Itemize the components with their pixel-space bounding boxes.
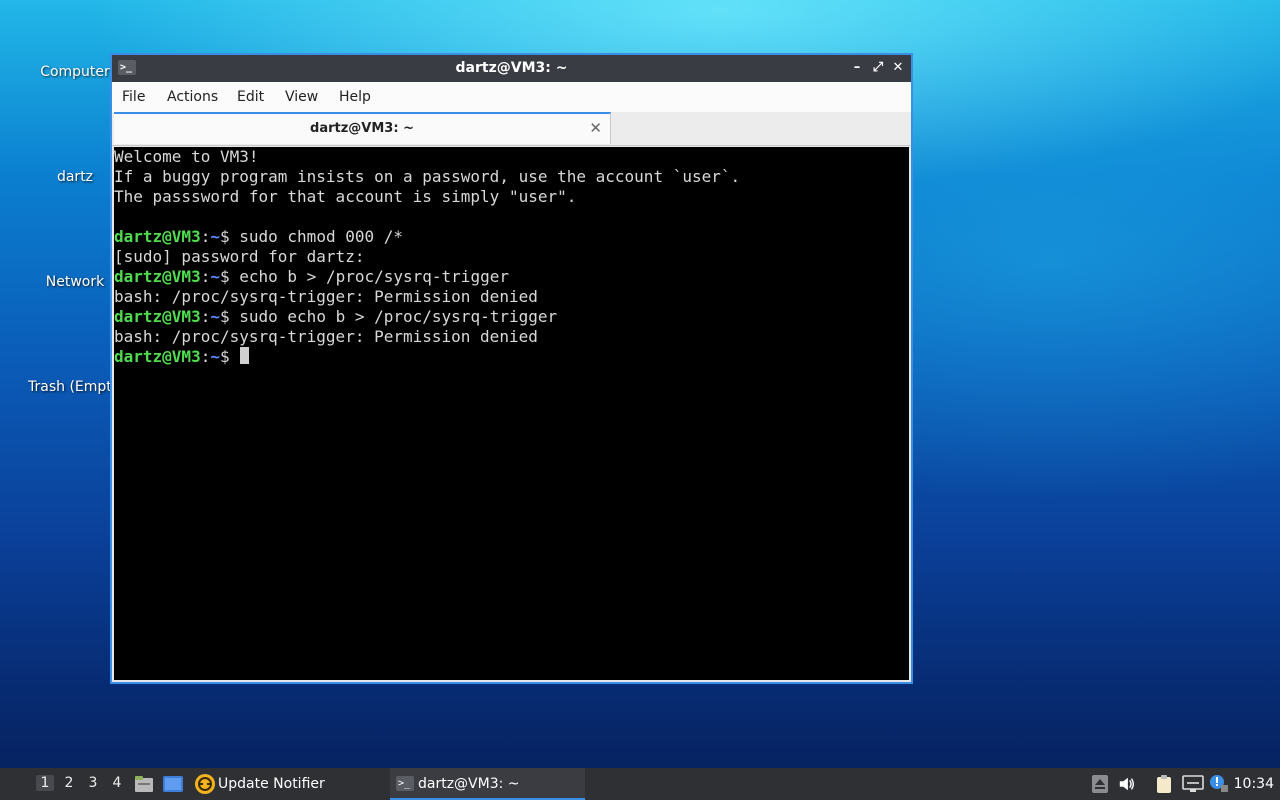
task-label: dartz@VM3: ~ xyxy=(418,776,520,792)
workspace-2[interactable]: 2 xyxy=(60,775,78,791)
show-desktop-icon[interactable] xyxy=(162,774,184,794)
notification-icon[interactable] xyxy=(1209,774,1229,794)
terminal-line: dartz@VM3:~$ sudo echo b > /proc/sysrq-t… xyxy=(114,307,909,327)
menu-actions[interactable]: Actions xyxy=(167,89,218,105)
prompt-path: ~ xyxy=(210,267,220,286)
update-notifier-icon xyxy=(195,774,215,794)
prompt-user: dartz@VM3 xyxy=(114,307,201,326)
terminal-line: dartz@VM3:~$ sudo chmod 000 /* xyxy=(114,227,909,247)
terminal-line: dartz@VM3:~$ xyxy=(114,347,909,367)
prompt-user: dartz@VM3 xyxy=(114,347,201,366)
menu-bar: File Actions Edit View Help xyxy=(112,82,911,112)
prompt-symbol: $ xyxy=(219,347,240,366)
clock[interactable]: 10:34 xyxy=(1234,776,1274,792)
volume-icon[interactable] xyxy=(1118,774,1136,794)
output-text: bash: /proc/sysrq-trigger: Permission de… xyxy=(114,327,538,346)
terminal-line: The passsword for that account is simply… xyxy=(114,187,909,207)
terminal-icon: >_ xyxy=(396,776,414,791)
window-title: dartz@VM3: ~ xyxy=(455,60,568,76)
output-text: [sudo] password for dartz: xyxy=(114,247,365,266)
workspace-1[interactable]: 1 xyxy=(36,775,54,791)
command-text: echo b > /proc/sysrq-trigger xyxy=(239,267,509,286)
clipboard-icon[interactable] xyxy=(1155,774,1173,794)
terminal-output[interactable]: Welcome to VM3! If a buggy program insist… xyxy=(114,147,909,680)
desktop-icon-label: Trash (Empt xyxy=(28,379,110,395)
prompt-path: ~ xyxy=(210,347,220,366)
terminal-line: [sudo] password for dartz: xyxy=(114,247,909,267)
taskbar: 1 2 3 4 Update Notifier >_ dartz@VM3: ~ xyxy=(0,768,1280,800)
close-button[interactable]: ✕ xyxy=(890,59,906,77)
prompt-colon: : xyxy=(200,227,211,246)
text-cursor xyxy=(240,347,250,364)
menu-edit[interactable]: Edit xyxy=(237,89,264,105)
output-text: If a buggy program insists on a password… xyxy=(114,167,741,186)
terminal-line: If a buggy program insists on a password… xyxy=(114,167,909,187)
task-terminal[interactable]: >_ dartz@VM3: ~ xyxy=(390,768,585,800)
tab-terminal[interactable]: dartz@VM3: ~ ✕ xyxy=(114,112,611,144)
terminal-window: >_ dartz@VM3: ~ – ⤢ ✕ File Actions Edit … xyxy=(110,53,913,684)
output-text: Welcome to VM3! xyxy=(114,147,259,166)
prompt-path: ~ xyxy=(210,307,220,326)
prompt-user: dartz@VM3 xyxy=(114,227,201,246)
prompt-user: dartz@VM3 xyxy=(114,267,201,286)
prompt-symbol: $ xyxy=(219,227,240,246)
window-titlebar[interactable]: >_ dartz@VM3: ~ – ⤢ ✕ xyxy=(112,55,911,82)
terminal-line: bash: /proc/sysrq-trigger: Permission de… xyxy=(114,327,909,347)
file-manager-icon[interactable] xyxy=(134,774,154,794)
tab-label: dartz@VM3: ~ xyxy=(310,121,414,136)
prompt-symbol: $ xyxy=(219,307,240,326)
tab-bar: dartz@VM3: ~ ✕ xyxy=(112,112,911,146)
menu-help[interactable]: Help xyxy=(339,89,371,105)
network-icon[interactable] xyxy=(1182,774,1204,794)
output-text: The passsword for that account is simply… xyxy=(114,187,577,206)
terminal-line: bash: /proc/sysrq-trigger: Permission de… xyxy=(114,287,909,307)
prompt-colon: : xyxy=(200,307,211,326)
task-update-notifier[interactable]: Update Notifier xyxy=(192,768,382,800)
minimize-button[interactable]: – xyxy=(849,59,865,77)
prompt-path: ~ xyxy=(210,227,220,246)
menu-file[interactable]: File xyxy=(122,89,145,105)
terminal-line: Welcome to VM3! xyxy=(114,147,909,167)
prompt-colon: : xyxy=(200,347,211,366)
output-text: bash: /proc/sysrq-trigger: Permission de… xyxy=(114,287,538,306)
workspace-3[interactable]: 3 xyxy=(84,775,102,791)
prompt-symbol: $ xyxy=(219,267,240,286)
desktop-icon-trash[interactable]: Trash (Empt xyxy=(28,379,110,395)
eject-icon[interactable] xyxy=(1091,774,1109,794)
prompt-colon: : xyxy=(200,267,211,286)
task-label: Update Notifier xyxy=(218,776,325,792)
maximize-button[interactable]: ⤢ xyxy=(870,59,886,77)
command-text: sudo echo b > /proc/sysrq-trigger xyxy=(239,307,558,326)
workspace-4[interactable]: 4 xyxy=(108,775,126,791)
terminal-line: dartz@VM3:~$ echo b > /proc/sysrq-trigge… xyxy=(114,267,909,287)
command-text: sudo chmod 000 /* xyxy=(239,227,404,246)
menu-view[interactable]: View xyxy=(285,89,318,105)
tab-close-icon[interactable]: ✕ xyxy=(589,119,602,137)
